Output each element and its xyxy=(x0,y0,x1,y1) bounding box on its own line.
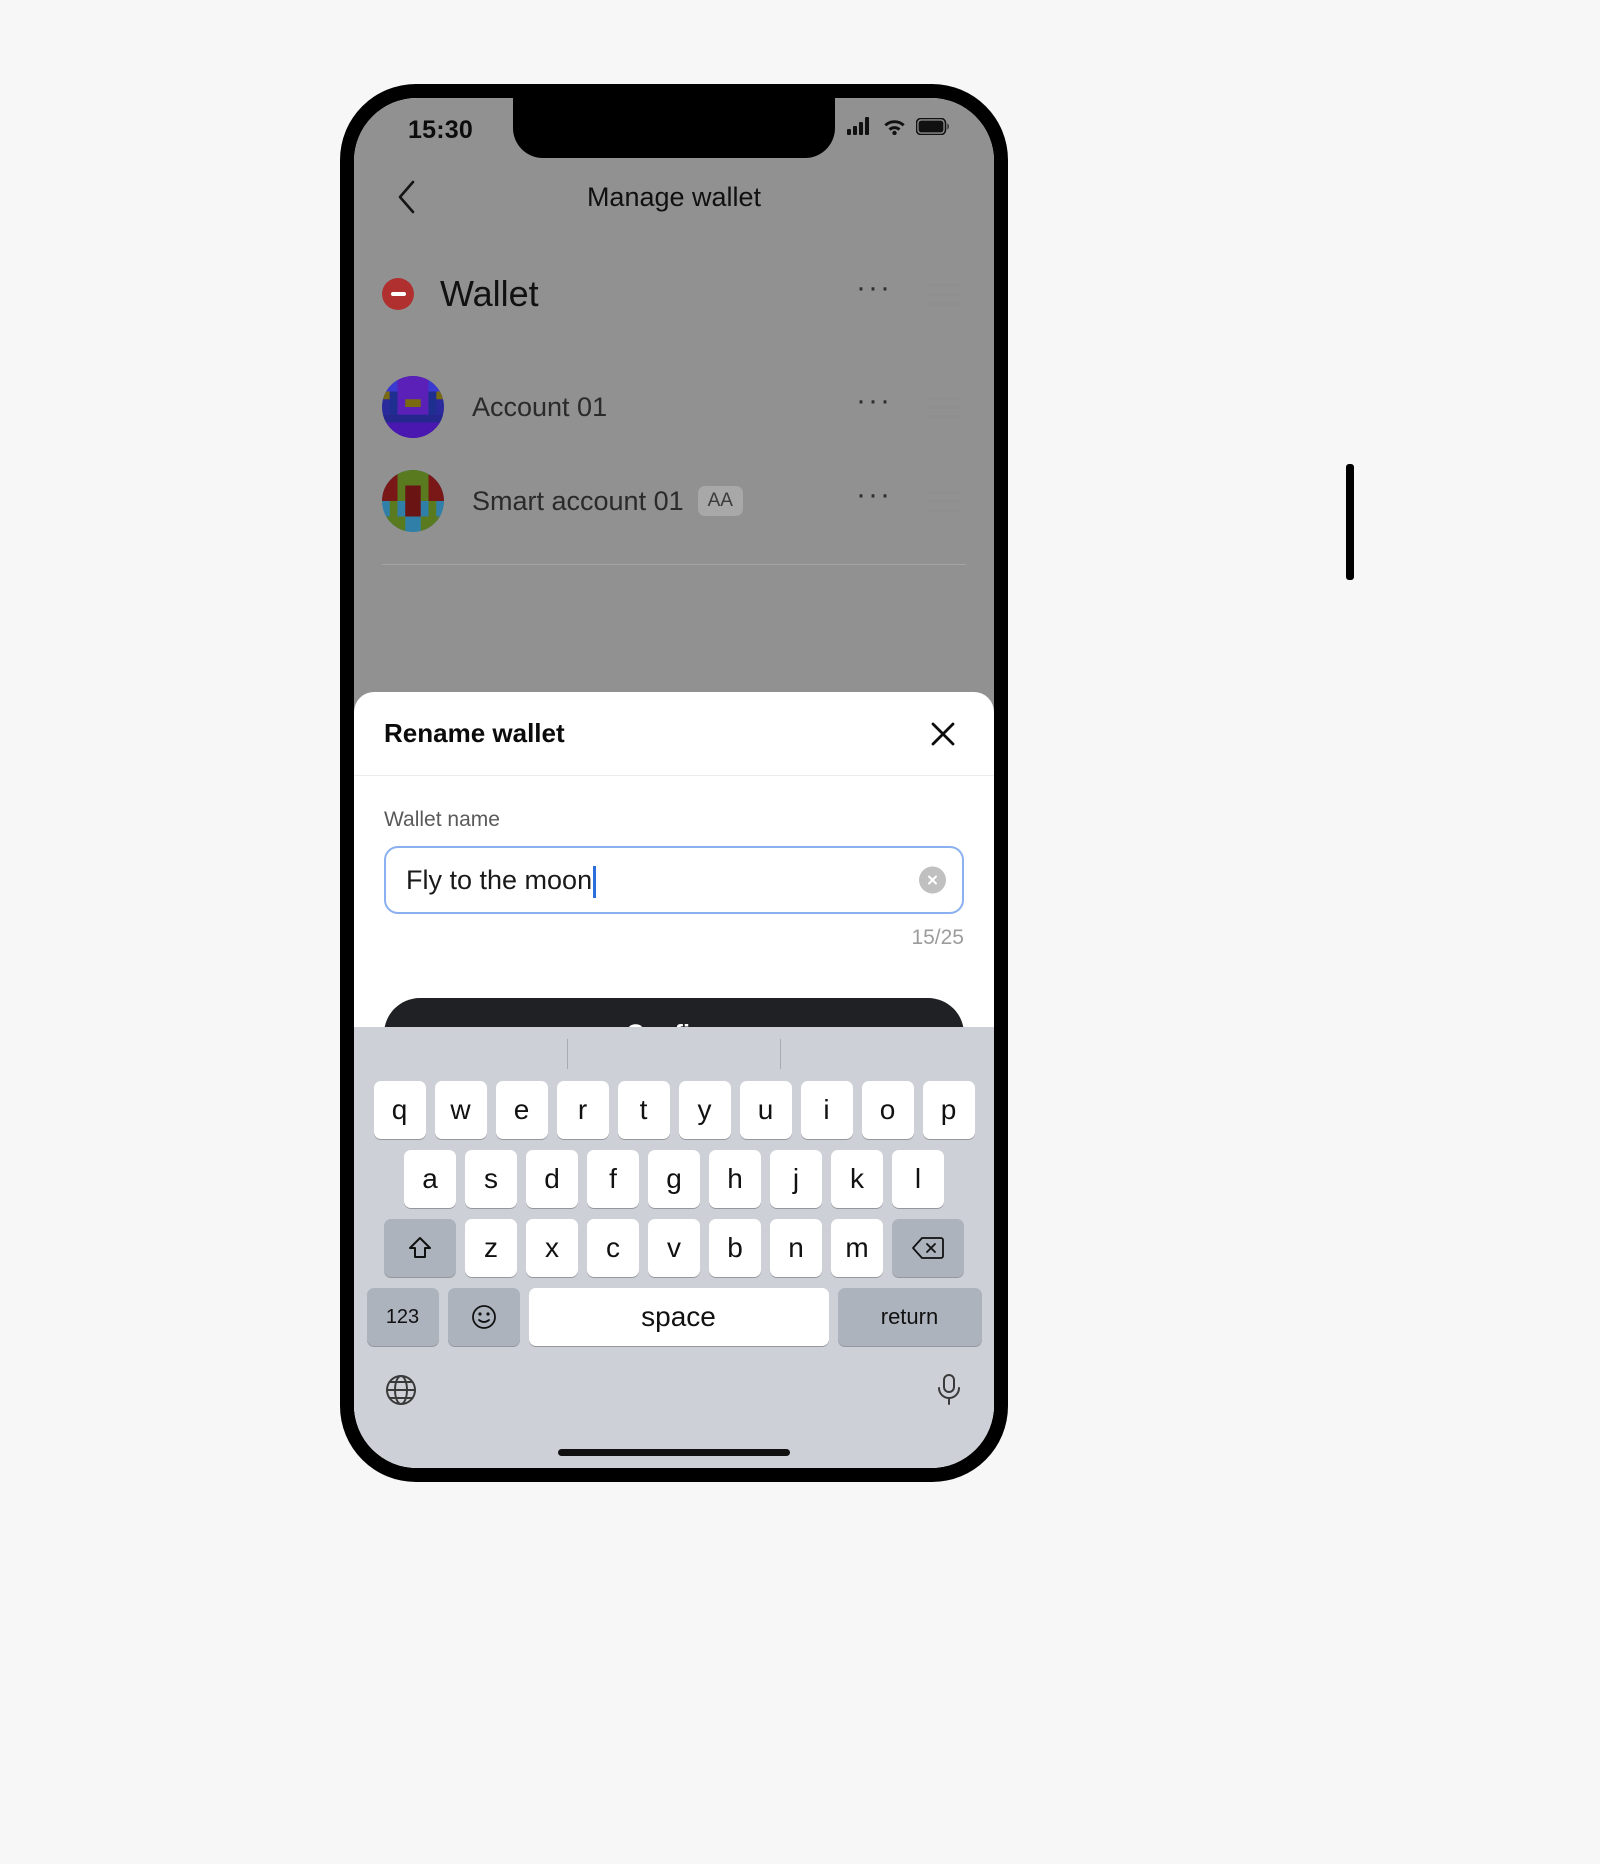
avatar xyxy=(382,376,444,438)
phone-frame: 15:30 Manage wallet Wallet ··· Account 0… xyxy=(340,84,1354,1482)
wallet-name-input-value: Fly to the moon xyxy=(406,865,592,896)
key-e[interactable]: e xyxy=(495,1081,548,1139)
key-o[interactable]: o xyxy=(861,1081,914,1139)
account-name: Account 01 xyxy=(472,392,856,423)
dictation-key[interactable] xyxy=(934,1373,964,1412)
keyboard-row-2: a s d f g h j k l xyxy=(354,1150,994,1208)
identicon-green-icon xyxy=(382,470,444,532)
wallet-group-row[interactable]: Wallet ··· xyxy=(354,250,994,338)
account-row[interactable]: Smart account 01 AA ··· xyxy=(354,454,994,548)
wallet-group-name: Wallet xyxy=(440,273,539,314)
account-row[interactable]: Account 01 ··· xyxy=(354,360,994,454)
display-notch xyxy=(513,98,835,158)
backspace-key[interactable] xyxy=(892,1219,964,1277)
key-v[interactable]: v xyxy=(648,1219,700,1277)
avatar xyxy=(382,470,444,532)
status-badge: AA xyxy=(697,486,743,516)
wifi-icon xyxy=(884,120,905,135)
key-c[interactable]: c xyxy=(587,1219,639,1277)
home-indicator[interactable] xyxy=(558,1449,790,1456)
character-counter: 15/25 xyxy=(911,926,964,949)
key-p[interactable]: p xyxy=(922,1081,975,1139)
key-y[interactable]: y xyxy=(678,1081,731,1139)
key-n[interactable]: n xyxy=(770,1219,822,1277)
key-z[interactable]: z xyxy=(465,1219,517,1277)
key-i[interactable]: i xyxy=(800,1081,853,1139)
backspace-icon xyxy=(912,1237,944,1259)
globe-icon xyxy=(386,1374,416,1405)
on-screen-keyboard: q w e r t y u i o p a s d f g h j k l z … xyxy=(354,1027,994,1468)
nav-bar: Manage wallet xyxy=(354,160,994,232)
key-q[interactable]: q xyxy=(373,1081,426,1139)
identicon-blue-icon xyxy=(382,376,444,438)
text-cursor xyxy=(593,866,597,898)
numbers-key[interactable]: 123 xyxy=(366,1288,439,1346)
page-title: Manage wallet xyxy=(586,182,762,212)
list-divider xyxy=(382,564,966,565)
sheet-title: Rename wallet xyxy=(384,718,565,748)
keyboard-row-1: q w e r t y u i o p xyxy=(354,1081,994,1139)
sheet-header: Rename wallet xyxy=(354,692,994,776)
close-icon xyxy=(931,722,955,745)
keyboard-row-3: z x c v b n m xyxy=(354,1219,994,1277)
status-bar: 15:30 xyxy=(354,98,994,160)
account-name-text: Account 01 xyxy=(472,391,608,422)
keyboard-bottom-bar xyxy=(354,1357,994,1419)
screenshot-stage: 15:30 Manage wallet Wallet ··· Account 0… xyxy=(0,0,1600,1864)
key-k[interactable]: k xyxy=(831,1150,883,1208)
drag-handle-icon[interactable] xyxy=(928,396,960,418)
battery-icon xyxy=(916,117,949,135)
key-h[interactable]: h xyxy=(709,1150,761,1208)
emoji-key[interactable] xyxy=(447,1288,520,1346)
power-button[interactable] xyxy=(1346,464,1354,580)
phone-screen: 15:30 Manage wallet Wallet ··· Account 0… xyxy=(354,98,994,1468)
key-r[interactable]: r xyxy=(556,1081,609,1139)
sheet-body: Wallet name Fly to the moon 15/25 Confir… xyxy=(354,776,994,1070)
key-g[interactable]: g xyxy=(648,1150,700,1208)
clear-circle-icon xyxy=(928,875,937,885)
shift-icon xyxy=(409,1237,431,1258)
clear-input-button[interactable] xyxy=(919,866,946,894)
drag-handle-icon[interactable] xyxy=(928,490,960,512)
return-key[interactable]: return xyxy=(837,1288,982,1346)
key-s[interactable]: s xyxy=(465,1150,517,1208)
cellular-signal-icon xyxy=(847,117,869,135)
key-w[interactable]: w xyxy=(434,1081,487,1139)
account-name: Smart account 01 AA xyxy=(472,486,856,517)
minus-circle-icon[interactable] xyxy=(382,278,414,310)
status-icons xyxy=(847,117,950,135)
account-name-text: Smart account 01 xyxy=(472,485,684,516)
key-b[interactable]: b xyxy=(709,1219,761,1277)
keyboard-row-4: 123 space return xyxy=(354,1288,994,1346)
key-x[interactable]: x xyxy=(526,1219,578,1277)
microphone-icon xyxy=(938,1373,960,1405)
account-more-button[interactable]: ··· xyxy=(856,386,892,428)
drag-handle-icon[interactable] xyxy=(928,283,960,305)
globe-key[interactable] xyxy=(384,1373,418,1412)
close-button[interactable] xyxy=(922,713,964,755)
space-key[interactable]: space xyxy=(528,1288,829,1346)
key-m[interactable]: m xyxy=(831,1219,883,1277)
input-value-text: Fly to the moon xyxy=(406,864,593,895)
key-a[interactable]: a xyxy=(404,1150,456,1208)
key-l[interactable]: l xyxy=(892,1150,944,1208)
wallet-more-button[interactable]: ··· xyxy=(856,273,892,315)
emoji-icon xyxy=(471,1305,496,1329)
key-u[interactable]: u xyxy=(739,1081,792,1139)
keyboard-suggestions-bar[interactable] xyxy=(354,1027,994,1081)
wallet-name-input[interactable]: Fly to the moon xyxy=(384,846,964,914)
account-more-button[interactable]: ··· xyxy=(856,480,892,522)
key-j[interactable]: j xyxy=(770,1150,822,1208)
key-t[interactable]: t xyxy=(617,1081,670,1139)
key-f[interactable]: f xyxy=(587,1150,639,1208)
key-d[interactable]: d xyxy=(526,1150,578,1208)
wallet-name-label: Wallet name xyxy=(384,808,500,831)
shift-key[interactable] xyxy=(384,1219,456,1277)
status-time: 15:30 xyxy=(408,116,473,144)
